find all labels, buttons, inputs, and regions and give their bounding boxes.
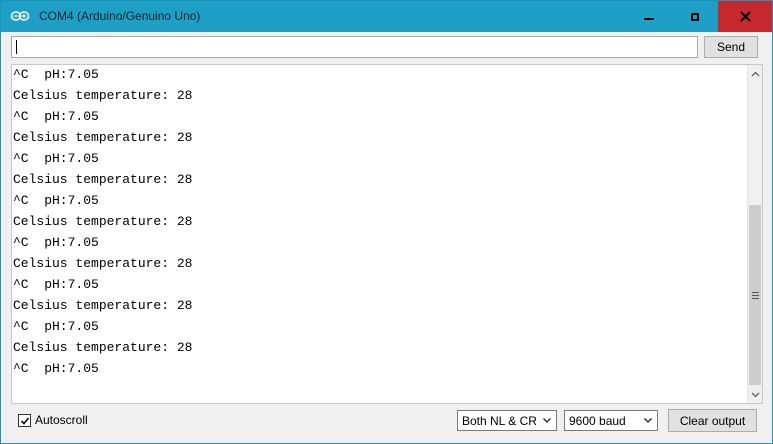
scroll-grip-icon	[751, 291, 759, 299]
vertical-scrollbar[interactable]	[747, 65, 762, 403]
footer-bar: Autoscroll Both NL & CR 9600 baud Clear …	[1, 404, 772, 443]
clear-output-button[interactable]: Clear output	[668, 409, 757, 432]
checkmark-icon	[20, 416, 29, 425]
baud-rate-value: 9600 baud	[569, 414, 626, 428]
output-line: Celsius temperature: 28	[13, 88, 193, 103]
output-line: Celsius temperature: 28	[13, 214, 193, 229]
close-button[interactable]	[718, 1, 772, 32]
minimize-button[interactable]	[626, 1, 672, 32]
scroll-up-button[interactable]	[748, 65, 762, 82]
send-row: Send	[1, 32, 772, 64]
scroll-thumb[interactable]	[749, 205, 761, 385]
autoscroll-checkbox[interactable]	[18, 414, 31, 427]
output-line: ^C pH:7.05	[13, 67, 99, 82]
window-title: COM4 (Arduino/Genuino Uno)	[39, 9, 201, 23]
arduino-infinity-icon	[10, 11, 30, 21]
line-ending-select[interactable]: Both NL & CR	[457, 410, 557, 431]
scroll-down-button[interactable]	[748, 386, 762, 403]
maximize-button[interactable]	[672, 1, 718, 32]
serial-input[interactable]	[11, 36, 698, 58]
output-line: ^C pH:7.05	[13, 235, 99, 250]
autoscroll-label[interactable]: Autoscroll	[35, 413, 88, 427]
close-icon	[739, 11, 751, 22]
title-bar[interactable]: COM4 (Arduino/Genuino Uno)	[1, 1, 772, 32]
output-line: ^C pH:7.05	[13, 151, 99, 166]
output-line: Celsius temperature: 28	[13, 172, 193, 187]
minimize-icon	[644, 17, 654, 20]
serial-output[interactable]: ^C pH:7.05 Celsius temperature: 28 ^C pH:7…	[11, 64, 763, 404]
send-button[interactable]: Send	[704, 36, 758, 58]
text-caret	[16, 40, 17, 54]
output-line: ^C pH:7.05	[13, 109, 99, 124]
output-line: Celsius temperature: 28	[13, 130, 193, 145]
output-line: Celsius temperature: 28	[13, 298, 193, 313]
chevron-down-icon	[644, 418, 652, 423]
chevron-up-icon	[751, 71, 760, 76]
line-ending-value: Both NL & CR	[462, 414, 537, 428]
output-lines: ^C pH:7.05 Celsius temperature: 28 ^C pH:7…	[13, 65, 748, 379]
output-line: ^C pH:7.05	[13, 361, 99, 376]
output-line: Celsius temperature: 28	[13, 340, 193, 355]
output-line: ^C pH:7.05	[13, 277, 99, 292]
chevron-down-icon	[543, 418, 551, 423]
output-line: Celsius temperature: 28	[13, 256, 193, 271]
chevron-down-icon	[751, 392, 760, 397]
serial-monitor-window: COM4 (Arduino/Genuino Uno) Send ^C pH:7.…	[0, 0, 773, 444]
output-line: ^C pH:7.05	[13, 319, 99, 334]
baud-rate-select[interactable]: 9600 baud	[564, 410, 658, 431]
maximize-icon	[691, 12, 699, 21]
output-line: ^C pH:7.05	[13, 193, 99, 208]
